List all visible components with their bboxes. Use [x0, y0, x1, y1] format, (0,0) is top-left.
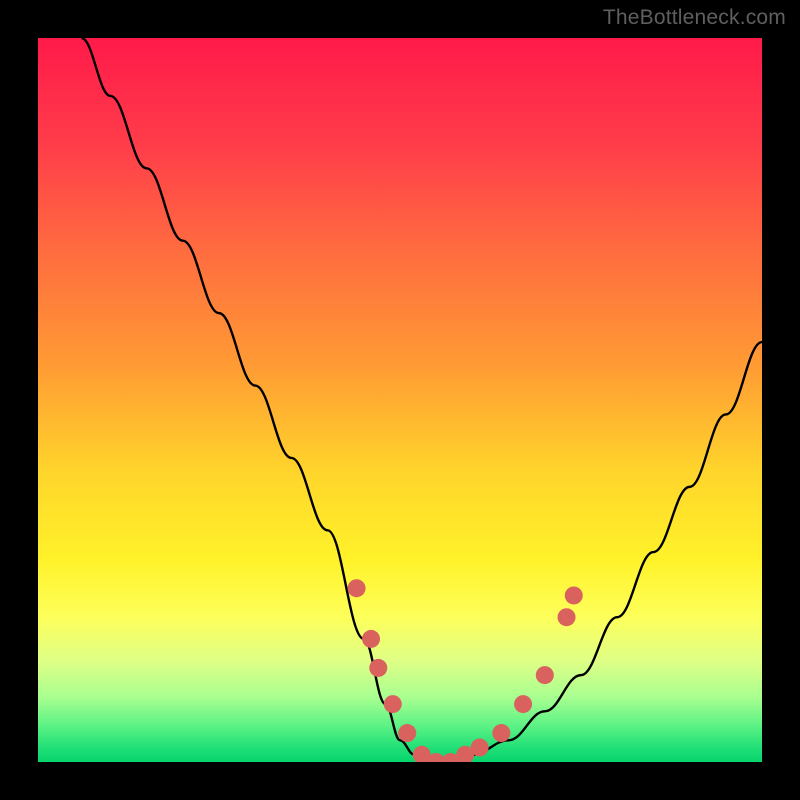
marker-point — [558, 608, 576, 626]
marker-point — [514, 695, 532, 713]
marker-point — [565, 586, 583, 604]
marker-point — [362, 630, 380, 648]
marker-point — [536, 666, 554, 684]
marker-point — [492, 724, 510, 742]
curve-layer — [38, 38, 762, 762]
marker-point — [384, 695, 402, 713]
marker-point — [369, 659, 387, 677]
bottleneck-curve — [81, 38, 762, 762]
watermark-text: TheBottleneck.com — [603, 6, 786, 30]
marker-group — [348, 579, 583, 762]
plot-area — [38, 38, 762, 762]
marker-point — [398, 724, 416, 742]
marker-point — [471, 739, 489, 757]
marker-point — [348, 579, 366, 597]
